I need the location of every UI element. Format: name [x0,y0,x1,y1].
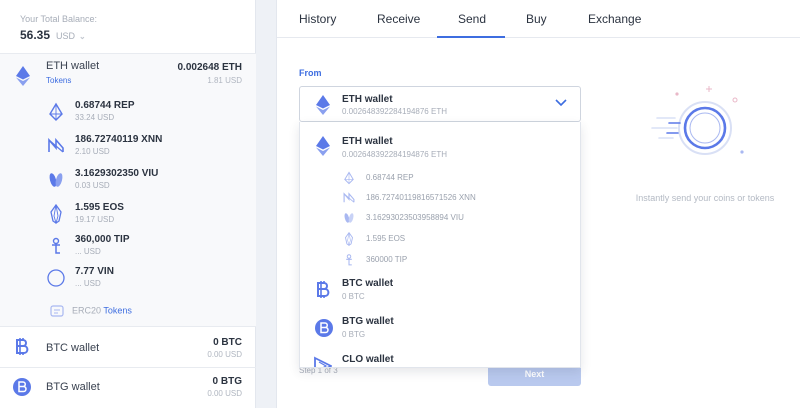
wallet-usd: 0.00 USD [207,350,242,359]
option-token-amount: 186.72740119816571526 XNN [366,193,476,202]
wallet-name: BTC wallet [46,342,100,354]
rep-icon [49,102,63,121]
btg-icon [13,378,31,396]
dropdown-token-xnn[interactable]: 186.72740119816571526 XNN [342,190,572,208]
dropdown-option-eth[interactable]: ETH wallet 0.002648392284194876 ETH [300,122,580,168]
eos-icon [50,204,62,224]
selected-wallet-balance: 0.002648392284194876 ETH [342,107,447,116]
token-usd: 33.24 USD [75,113,115,122]
tab-buy[interactable]: Buy [526,12,547,26]
token-item-viu[interactable]: 3.1629302350 VIU 0.03 USD [46,168,246,198]
option-wallet-balance: 0.002648392284194876 ETH [342,150,447,159]
eos-icon [345,232,353,246]
option-wallet-name: BTC wallet [342,278,394,289]
total-balance-amount: 56.35 [20,28,51,42]
token-amount: 7.77 VIN [75,266,114,277]
send-panel: History Receive Send Buy Exchange From E… [276,0,800,408]
wallet-amount: 0.002648 ETH [177,62,243,73]
dropdown-token-tip[interactable]: 360000 TIP [342,252,572,270]
tip-icon [52,237,60,254]
wallet-usd: 1.81 USD [207,76,242,85]
tab-exchange[interactable]: Exchange [588,12,641,26]
active-tab-indicator [437,36,505,38]
token-usd: ... USD [75,247,101,256]
tokens-link[interactable]: Tokens [46,76,71,85]
total-balance: Your Total Balance: 56.35 USD ⌄ [20,14,97,42]
xnn-icon [48,137,64,153]
token-usd: 2.10 USD [75,147,110,156]
token-item-rep[interactable]: 0.68744 REP 33.24 USD [46,100,246,130]
erc20-tokens-label: Tokens [103,305,132,316]
option-wallet-balance: 0 BTG [342,330,366,339]
token-amount: 1.595 EOS [75,202,124,213]
dropdown-token-rep[interactable]: 0.68744 REP [342,170,572,188]
dropdown-option-btc[interactable]: BTC wallet 0 BTC [300,272,580,310]
clo-icon [314,356,332,367]
total-balance-value[interactable]: 56.35 USD ⌄ [20,28,97,42]
wallet-item-eth[interactable]: ETH wallet Tokens 0.002648 ETH 1.81 USD … [0,54,256,326]
wallet-item-btg[interactable]: BTG wallet 0 BTG 0.00 USD [0,368,256,408]
erc20-icon [50,305,64,317]
token-usd: 19.17 USD [75,215,115,224]
btg-icon [315,319,333,337]
token-amount: 3.1629302350 VIU [75,168,159,179]
btc-icon [16,338,29,355]
wallet-name: ETH wallet [46,60,100,72]
option-token-amount: 360000 TIP [366,255,408,264]
wallet-sidebar: Your Total Balance: 56.35 USD ⌄ ETH wallet… [0,0,256,408]
wallet-name: BTG wallet [46,381,100,393]
dropdown-option-clo[interactable]: CLO wallet [300,348,580,367]
eth-icon [316,95,330,115]
token-amount: 186.72740119 XNN [75,134,163,145]
viu-icon [344,213,354,223]
token-item-xnn[interactable]: 186.72740119 XNN 2.10 USD [46,134,246,164]
eth-icon [16,66,30,86]
token-usd: ... USD [75,279,101,288]
option-token-amount: 0.68744 REP [366,173,414,182]
wallet-amount: 0 BTG [212,376,242,387]
send-hint-text: Instantly send your coins or tokens [635,193,775,203]
rep-icon [344,171,354,185]
token-item-tip[interactable]: 360,000 TIP ... USD [46,234,246,264]
erc20-prefix: ERC20 [72,305,102,316]
dropdown-token-eos[interactable]: 1.595 EOS [342,231,572,249]
eth-icon [316,136,330,156]
tab-send[interactable]: Send [458,12,486,26]
token-amount: 360,000 TIP [75,234,130,245]
dropdown-token-viu[interactable]: 3.16293023503958894 VIU [342,210,572,228]
wallet-item-btc[interactable]: BTC wallet 0 BTC 0.00 USD [0,327,256,367]
total-balance-label: Your Total Balance: [20,14,98,24]
wallet-usd: 0.00 USD [207,389,242,398]
erc20-tokens-link[interactable]: ERC20 Tokens [50,304,132,318]
tab-history[interactable]: History [299,12,336,26]
dropdown-option-btg[interactable]: BTG wallet 0 BTG [300,310,580,348]
tab-bar: History Receive Send Buy Exchange [277,0,800,38]
option-wallet-balance: 0 BTC [342,292,365,301]
chevron-down-icon[interactable] [554,98,568,108]
token-amount: 0.68744 REP [75,100,135,111]
from-wallet-select[interactable]: ETH wallet 0.002648392284194876 ETH [299,86,581,122]
balance-currency-select[interactable]: USD [56,31,75,41]
token-item-eos[interactable]: 1.595 EOS 19.17 USD [46,202,246,232]
chevron-down-icon: ⌄ [79,32,86,41]
btc-icon [317,281,330,298]
token-usd: 0.03 USD [75,181,110,190]
tip-icon [346,254,352,266]
wallet-dropdown: ETH wallet 0.002648392284194876 ETH 0.68… [299,122,581,368]
wallet-amount: 0 BTC [213,337,242,348]
token-item-vin[interactable]: 7.77 VIN ... USD [46,266,246,296]
selected-wallet-name: ETH wallet [342,94,393,105]
send-coins-illustration [651,86,744,155]
option-token-amount: 1.595 EOS [366,234,406,243]
viu-icon [49,173,63,187]
option-token-amount: 3.16293023503958894 VIU [366,213,464,222]
option-wallet-name: CLO wallet [342,354,394,365]
vin-icon [47,269,65,287]
xnn-icon [343,192,355,203]
option-wallet-name: ETH wallet [342,136,393,147]
tab-receive[interactable]: Receive [377,12,420,26]
from-label: From [299,68,322,78]
option-wallet-name: BTG wallet [342,316,394,327]
